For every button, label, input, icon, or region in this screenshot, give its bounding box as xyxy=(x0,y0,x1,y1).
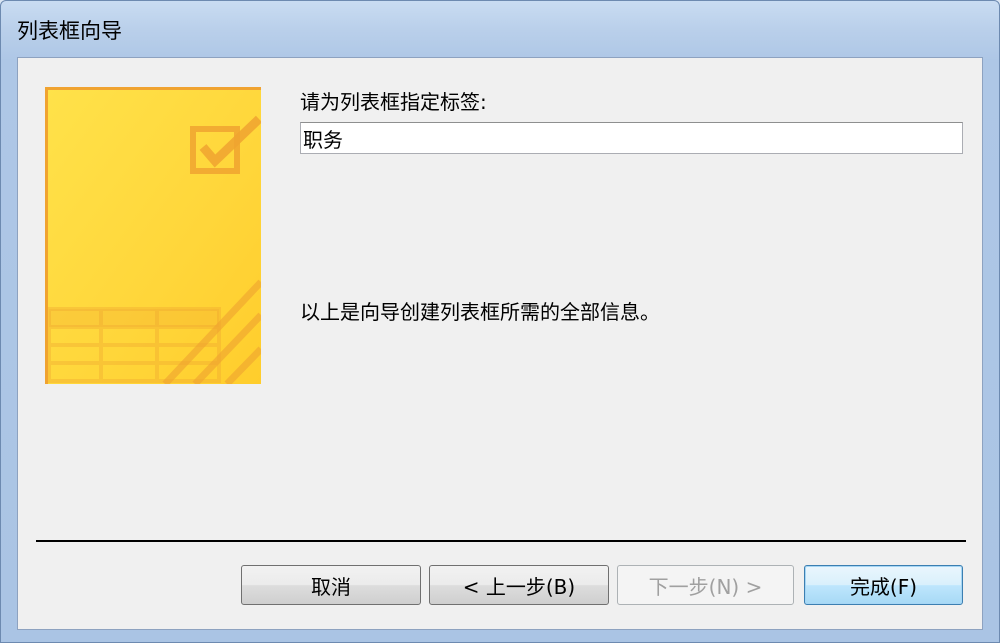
completion-message: 以上是向导创建列表框所需的全部信息。 xyxy=(300,300,660,324)
dialog-window: 列表框向导 请为列表框指定标签: 职务 以上是向导创建列表框所需的全部信息。 取… xyxy=(0,0,1000,643)
separator xyxy=(36,540,966,542)
cancel-button[interactable]: 取消 xyxy=(241,565,421,605)
back-button[interactable]: < 上一步(B) xyxy=(429,565,609,605)
checkbox-check-icon xyxy=(45,87,261,384)
window-title: 列表框向导 xyxy=(17,19,122,43)
title-bar[interactable]: 列表框向导 xyxy=(1,1,999,57)
label-input[interactable] xyxy=(300,122,963,154)
label-prompt: 请为列表框指定标签: xyxy=(300,90,487,114)
wizard-illustration xyxy=(45,87,261,384)
finish-button[interactable]: 完成(F) xyxy=(804,565,963,605)
dialog-content: 请为列表框指定标签: 以上是向导创建列表框所需的全部信息。 取消 < 上一步(B… xyxy=(17,57,983,630)
next-button[interactable]: 下一步(N) > xyxy=(617,565,794,605)
